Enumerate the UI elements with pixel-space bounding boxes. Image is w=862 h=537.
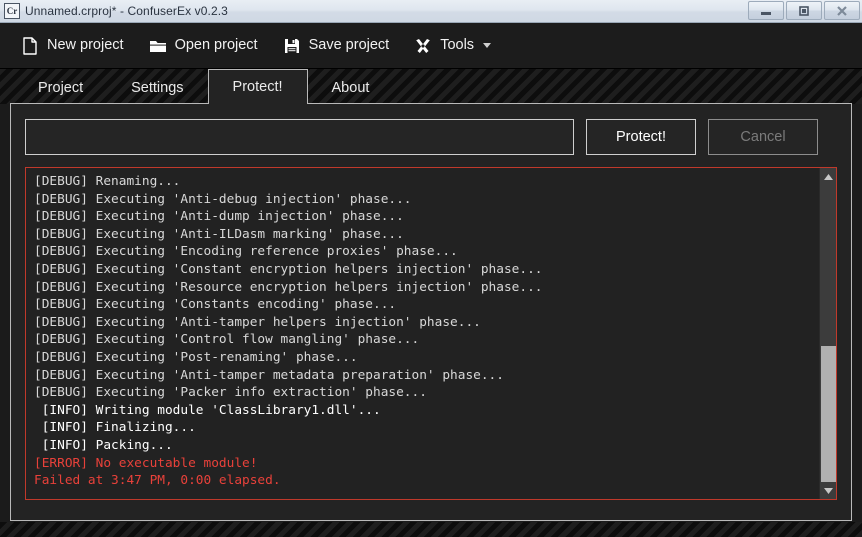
log-line: [DEBUG] Executing 'Anti-tamper metadata … [34, 367, 815, 385]
log-line: [DEBUG] Executing 'Anti-ILDasm marking' … [34, 226, 815, 244]
main-toolbar: New project Open project Save project To… [0, 23, 862, 69]
scroll-down-icon [823, 487, 834, 495]
log-line: [ERROR] No executable module! [34, 455, 815, 473]
log-line: [DEBUG] Executing 'Packer info extractio… [34, 384, 815, 402]
title-bar: Cr Unnamed.crproj* - ConfuserEx v0.2.3 [0, 0, 862, 23]
log-line: [DEBUG] Executing 'Encoding reference pr… [34, 243, 815, 261]
log-line: [DEBUG] Executing 'Constant encryption h… [34, 261, 815, 279]
scroll-down-button[interactable] [820, 482, 837, 499]
protect-controls-row: Protect! Cancel [25, 118, 837, 156]
protect-panel: Protect! Cancel [DEBUG] Renaming...[DEBU… [10, 103, 852, 521]
log-line: [DEBUG] Executing 'Constants encoding' p… [34, 296, 815, 314]
open-folder-icon [148, 36, 168, 56]
log-line: [DEBUG] Executing 'Post-renaming' phase.… [34, 349, 815, 367]
new-project-button[interactable]: New project [10, 30, 134, 62]
tab-settings-label: Settings [131, 80, 183, 96]
maximize-button[interactable] [786, 1, 822, 20]
progress-bar [25, 119, 574, 155]
close-icon [835, 5, 849, 17]
log-line: [INFO] Packing... [34, 437, 815, 455]
log-output-panel: [DEBUG] Renaming...[DEBUG] Executing 'An… [25, 167, 837, 500]
floppy-disk-icon [282, 36, 302, 56]
tab-strip: Project Settings Protect! About [0, 69, 862, 104]
window-title: Unnamed.crproj* - ConfuserEx v0.2.3 [25, 4, 228, 18]
log-lines-container[interactable]: [DEBUG] Renaming...[DEBUG] Executing 'An… [26, 168, 819, 499]
log-scrollbar[interactable] [819, 168, 836, 499]
tab-project[interactable]: Project [14, 71, 107, 104]
window-bottom-strip [0, 522, 862, 537]
scroll-up-icon [823, 173, 834, 181]
maximize-icon [797, 5, 811, 17]
minimize-icon [759, 6, 773, 16]
tools-icon [413, 36, 433, 56]
log-line: [DEBUG] Executing 'Anti-dump injection' … [34, 208, 815, 226]
tools-label: Tools [440, 38, 474, 53]
log-line: [DEBUG] Executing 'Anti-debug injection'… [34, 191, 815, 209]
log-line: [DEBUG] Executing 'Anti-tamper helpers i… [34, 314, 815, 332]
chevron-down-icon [483, 43, 491, 48]
close-button[interactable] [824, 1, 860, 20]
scrollbar-thumb[interactable] [821, 346, 836, 482]
minimize-button[interactable] [748, 1, 784, 20]
tools-menu-button[interactable]: Tools [403, 30, 501, 62]
cancel-button: Cancel [708, 119, 818, 155]
log-line: [INFO] Writing module 'ClassLibrary1.dll… [34, 402, 815, 420]
open-project-label: Open project [175, 38, 258, 53]
save-project-label: Save project [309, 38, 390, 53]
scroll-up-button[interactable] [820, 168, 837, 185]
protect-button[interactable]: Protect! [586, 119, 696, 155]
tab-about[interactable]: About [308, 71, 394, 104]
window-controls [748, 1, 860, 20]
log-line: [DEBUG] Executing 'Resource encryption h… [34, 279, 815, 297]
log-line: [DEBUG] Renaming... [34, 173, 815, 191]
tab-protect[interactable]: Protect! [208, 69, 308, 104]
save-project-button[interactable]: Save project [272, 30, 400, 62]
new-project-label: New project [47, 38, 124, 53]
app-icon: Cr [4, 3, 20, 19]
log-line: [DEBUG] Executing 'Control flow mangling… [34, 331, 815, 349]
new-document-icon [20, 36, 40, 56]
tab-settings[interactable]: Settings [107, 71, 207, 104]
tab-about-label: About [332, 80, 370, 96]
log-line: [INFO] Finalizing... [34, 419, 815, 437]
tab-protect-label: Protect! [233, 79, 283, 95]
open-project-button[interactable]: Open project [138, 30, 268, 62]
tab-project-label: Project [38, 80, 83, 96]
log-line: Failed at 3:47 PM, 0:00 elapsed. [34, 472, 815, 490]
